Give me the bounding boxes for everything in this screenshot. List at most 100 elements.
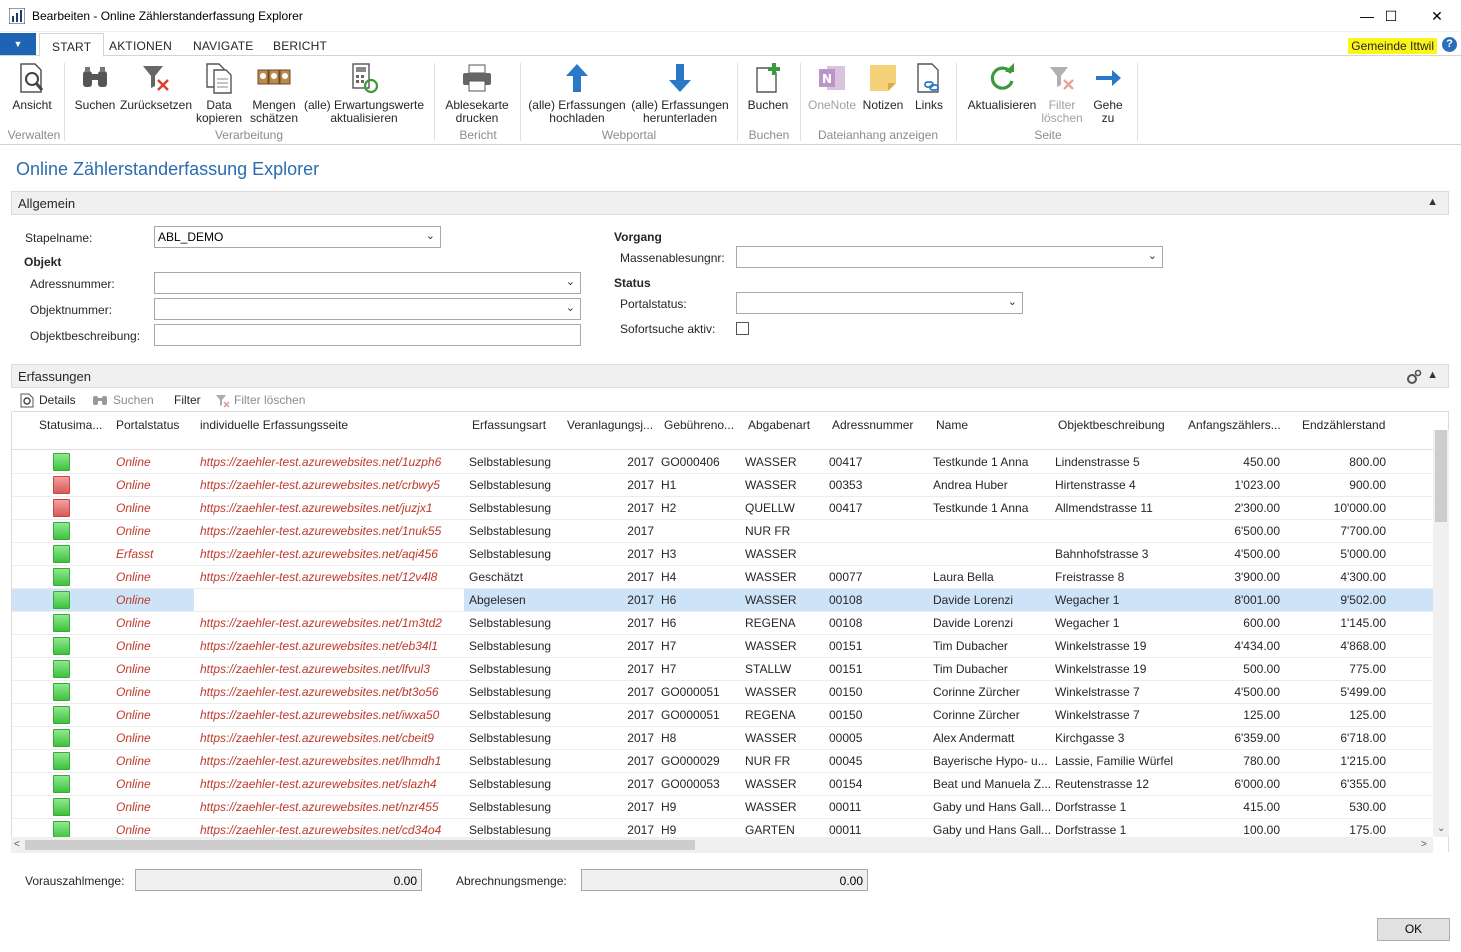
settings-gears-icon[interactable] xyxy=(1406,369,1422,385)
mengen-schaetzen-button[interactable]: Mengen schätzen xyxy=(248,61,300,125)
filter-button[interactable]: Filter xyxy=(174,393,201,407)
col-erfassungsseite[interactable]: individuelle Erfassungsseite xyxy=(200,418,460,432)
zuruecksetzen-button[interactable]: Zurücksetzen xyxy=(119,61,193,112)
notizen-button[interactable]: Notizen xyxy=(860,61,906,112)
table-row[interactable]: Online https://zaehler-test.azurewebsites… xyxy=(12,704,1434,727)
stapelname-field[interactable]: ABL_DEMO ⌄ xyxy=(154,226,441,248)
erfassungen-herunterladen-button[interactable]: (alle) Erfassungen herunterladen xyxy=(631,61,729,125)
suchen-button[interactable]: Suchen xyxy=(72,61,118,112)
chevron-down-icon[interactable]: ⌄ xyxy=(1148,249,1157,262)
scroll-down-icon[interactable]: ⌄ xyxy=(1437,823,1445,834)
table-row[interactable]: Online https://zaehler-test.azurewebsites… xyxy=(12,451,1434,474)
col-veranlagungsjahr[interactable]: Veranlagungsj... xyxy=(567,418,659,432)
fasttab-erfassungen[interactable]: Erfassungen ▲ xyxy=(11,364,1449,388)
cell-erfassungsseite[interactable]: https://zaehler-test.azurewebsites.net/c… xyxy=(200,731,458,745)
table-row[interactable]: Online https://zaehler-test.azurewebsites… xyxy=(12,796,1434,819)
cell-erfassungsseite[interactable]: https://zaehler-test.azurewebsites.net/c… xyxy=(200,478,458,492)
company-name[interactable]: Gemeinde Ittwil xyxy=(1348,38,1437,54)
col-portalstatus[interactable]: Portalstatus xyxy=(116,418,196,432)
onenote-button[interactable]: N OneNote xyxy=(806,61,858,112)
fasttab-allgemein[interactable]: Allgemein ▲ xyxy=(11,191,1449,215)
cell-erfassungsseite[interactable]: https://zaehler-test.azurewebsites.net/1… xyxy=(200,455,458,469)
cell-erfassungsseite[interactable]: https://zaehler-test.azurewebsites.net/n… xyxy=(200,800,458,814)
table-row[interactable]: Online https://zaehler-test.azurewebsites… xyxy=(12,658,1434,681)
col-endzaehlerstand[interactable]: Endzählerstand xyxy=(1302,418,1402,432)
tab-navigate[interactable]: NAVIGATE xyxy=(193,39,254,53)
table-row[interactable]: Online https://zaehler-test.azurewebsites… xyxy=(12,773,1434,796)
cell-erfassungsseite[interactable]: https://zaehler-test.azurewebsites.net/s… xyxy=(200,777,458,791)
col-gebuehrenobjekt[interactable]: Gebühreno... xyxy=(664,418,740,432)
filter-loeschen-button[interactable]: Filter löschen xyxy=(1040,61,1084,125)
ok-button[interactable]: OK xyxy=(1377,918,1450,941)
cell-erfassungsseite[interactable]: https://zaehler-test.azurewebsites.net/b… xyxy=(200,685,458,699)
col-adressnummer[interactable]: Adressnummer xyxy=(832,418,928,432)
buchen-button[interactable]: Buchen xyxy=(745,61,791,112)
table-row[interactable]: Online https://zaehler-test.azurewebsites… xyxy=(12,612,1434,635)
cell-erfassungsseite[interactable]: https://zaehler-test.azurewebsites.net/1… xyxy=(200,524,458,538)
objektbeschreibung-field[interactable] xyxy=(154,324,581,346)
edit-cell-background[interactable] xyxy=(194,589,464,611)
table-row[interactable]: Online https://zaehler-test.azurewebsites… xyxy=(12,750,1434,773)
chevron-down-icon[interactable]: ⌄ xyxy=(566,301,575,314)
horizontal-scroll-thumb[interactable] xyxy=(25,840,695,850)
erwartungswerte-aktualisieren-button[interactable]: (alle) Erwartungswerte aktualisieren xyxy=(302,61,426,125)
table-row[interactable]: Online Abgelesen 2017 H6 WASSER 00108 Davide L… xyxy=(12,589,1434,612)
table-row[interactable]: Online https://zaehler-test.azurewebsites… xyxy=(12,566,1434,589)
table-row[interactable]: Online https://zaehler-test.azurewebsites… xyxy=(12,497,1434,520)
table-row[interactable]: Erfasst https://zaehler-test.azurewebsite… xyxy=(12,543,1434,566)
chevron-down-icon[interactable]: ⌄ xyxy=(566,275,575,288)
cell-erfassungsseite[interactable]: https://zaehler-test.azurewebsites.net/a… xyxy=(200,547,458,561)
massenablesungnr-field[interactable]: ⌄ xyxy=(736,246,1163,268)
tab-bericht[interactable]: BERICHT xyxy=(273,39,327,53)
chevron-down-icon[interactable]: ⌄ xyxy=(426,229,435,242)
table-row[interactable]: Online https://zaehler-test.azurewebsites… xyxy=(12,681,1434,704)
sofortsuche-checkbox[interactable] xyxy=(736,322,749,335)
app-menu-button[interactable]: ▼ xyxy=(0,33,36,55)
col-statusimage[interactable]: Statusima... xyxy=(39,418,103,432)
filter-loeschen-button[interactable]: Filter löschen xyxy=(234,393,305,407)
vertical-scrollbar[interactable]: ⌄ xyxy=(1433,430,1449,837)
gehe-zu-button[interactable]: Gehe zu xyxy=(1088,61,1128,125)
details-button[interactable]: Details xyxy=(39,393,76,407)
cell-name: Testkunde 1 Anna xyxy=(933,455,1029,469)
help-icon[interactable]: ? xyxy=(1442,37,1457,52)
col-abgabenart[interactable]: Abgabenart xyxy=(748,418,828,432)
chevron-down-icon[interactable]: ⌄ xyxy=(1008,295,1017,308)
table-row[interactable]: Online https://zaehler-test.azurewebsites… xyxy=(12,727,1434,750)
cell-erfassungsseite[interactable]: https://zaehler-test.azurewebsites.net/1… xyxy=(200,570,458,584)
close-button[interactable]: ✕ xyxy=(1414,0,1460,32)
vertical-scroll-thumb[interactable] xyxy=(1435,430,1447,522)
erfassungen-hochladen-button[interactable]: (alle) Erfassungen hochladen xyxy=(528,61,626,125)
maximize-button[interactable]: ☐ xyxy=(1368,0,1414,32)
scroll-left-icon[interactable]: < xyxy=(14,839,20,850)
cell-erfassungsseite[interactable]: https://zaehler-test.azurewebsites.net/l… xyxy=(200,754,458,768)
cell-erfassungsseite[interactable]: https://zaehler-test.azurewebsites.net/1… xyxy=(200,616,458,630)
table-row[interactable]: Online https://zaehler-test.azurewebsites… xyxy=(12,520,1434,543)
cell-erfassungsseite[interactable]: https://zaehler-test.azurewebsites.net/e… xyxy=(200,639,458,653)
table-row[interactable]: Online https://zaehler-test.azurewebsites… xyxy=(12,474,1434,497)
objektnummer-field[interactable]: ⌄ xyxy=(154,298,581,320)
collapse-icon[interactable]: ▲ xyxy=(1427,196,1438,208)
aktualisieren-button[interactable]: Aktualisieren xyxy=(964,61,1040,112)
col-anfangszaehlerstand[interactable]: Anfangszählers... xyxy=(1188,418,1288,432)
col-erfassungsart[interactable]: Erfassungsart xyxy=(472,418,562,432)
cell-erfassungsseite[interactable]: https://zaehler-test.azurewebsites.net/j… xyxy=(200,501,458,515)
links-button[interactable]: Links xyxy=(908,61,950,112)
ansicht-button[interactable]: Ansicht xyxy=(8,61,56,112)
adressnummer-field[interactable]: ⌄ xyxy=(154,272,581,294)
ablesekarte-drucken-button[interactable]: Ablesekarte drucken xyxy=(442,61,512,125)
cell-erfassungsseite[interactable]: https://zaehler-test.azurewebsites.net/i… xyxy=(200,708,458,722)
horizontal-scrollbar[interactable]: < > xyxy=(11,837,1433,853)
cell-erfassungsseite[interactable]: https://zaehler-test.azurewebsites.net/l… xyxy=(200,662,458,676)
collapse-icon[interactable]: ▲ xyxy=(1427,369,1438,381)
cell-erfassungsseite[interactable]: https://zaehler-test.azurewebsites.net/c… xyxy=(200,823,458,837)
col-name[interactable]: Name xyxy=(936,418,1036,432)
tab-start[interactable]: START xyxy=(39,33,105,57)
suchen-button[interactable]: Suchen xyxy=(113,393,154,407)
tab-aktionen[interactable]: AKTIONEN xyxy=(109,39,172,53)
table-row[interactable]: Online https://zaehler-test.azurewebsites… xyxy=(12,635,1434,658)
data-kopieren-button[interactable]: Data kopieren xyxy=(194,61,244,125)
portalstatus-field[interactable]: ⌄ xyxy=(736,292,1023,314)
col-objektbeschreibung[interactable]: Objektbeschreibung xyxy=(1058,418,1178,432)
scroll-right-icon[interactable]: > xyxy=(1421,839,1427,850)
